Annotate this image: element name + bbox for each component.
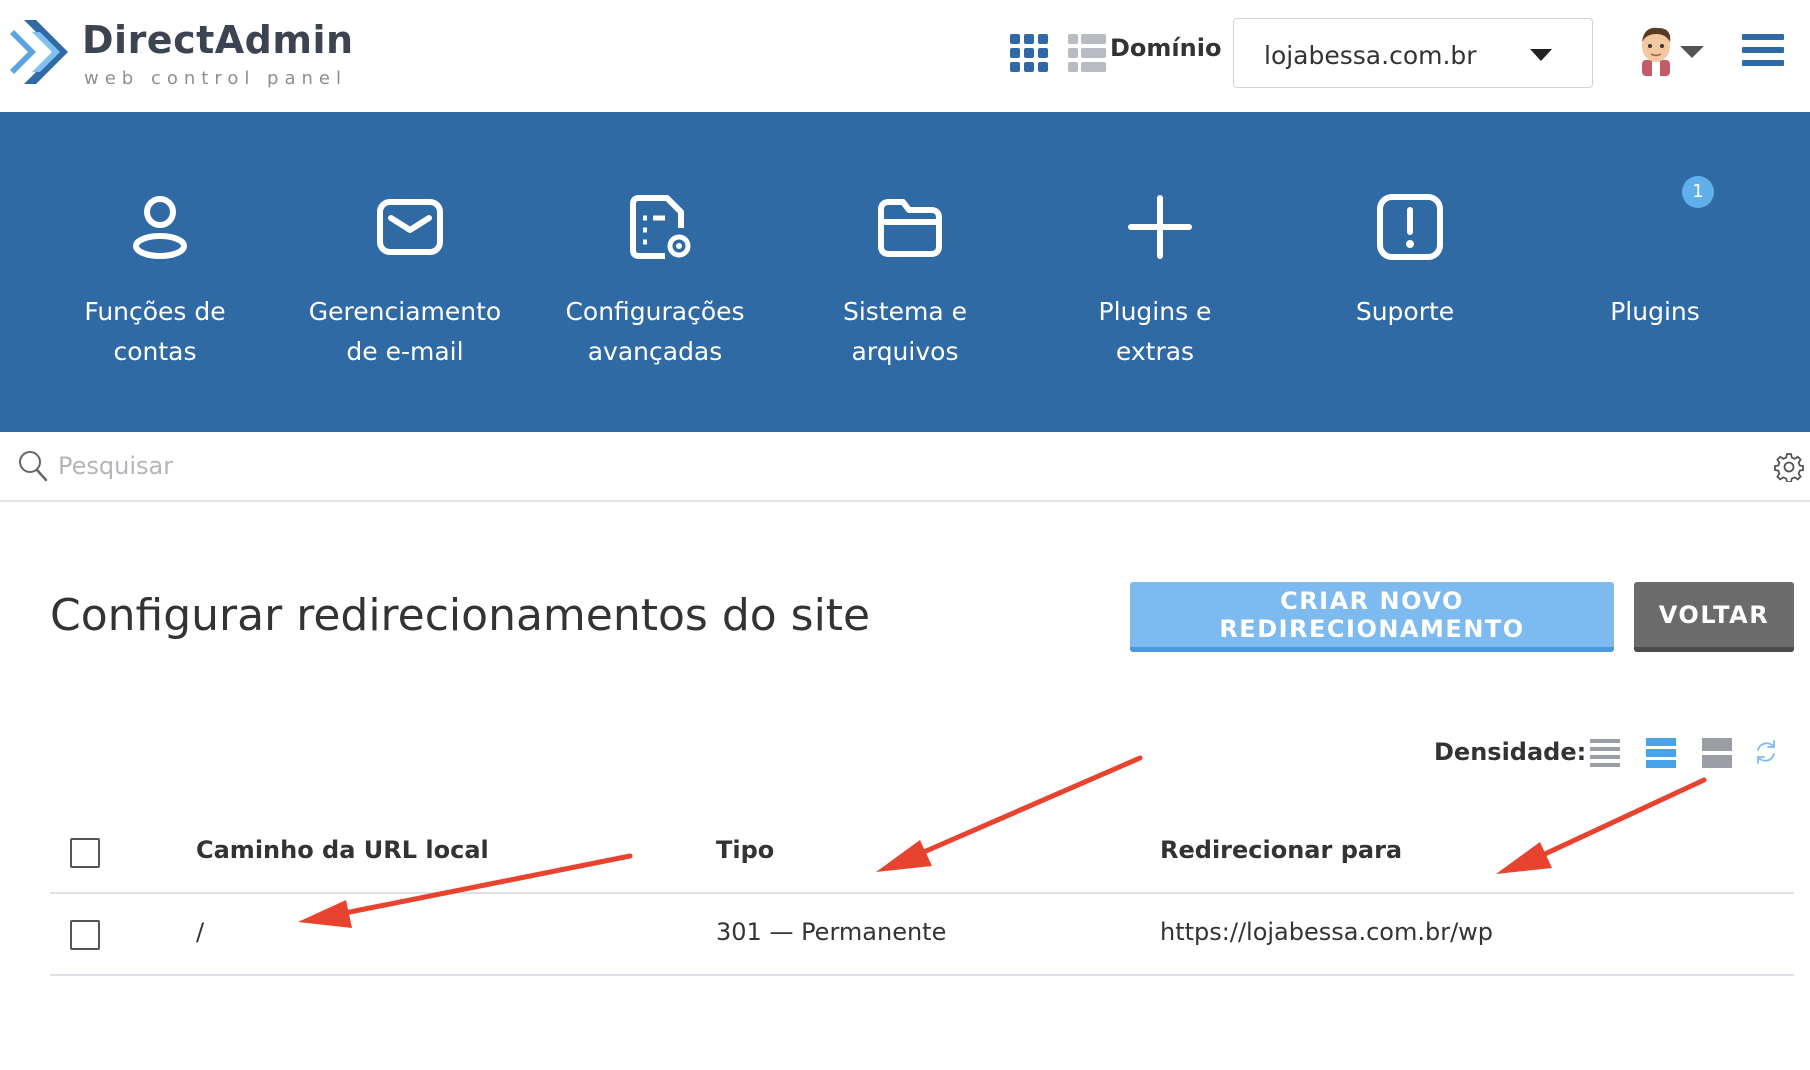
cell-local-path: /: [196, 918, 205, 946]
mail-icon: [377, 199, 443, 255]
nav-label: avançadas: [587, 337, 723, 366]
nav-label: Configurações: [565, 297, 745, 326]
nav-item-support[interactable]: Suporte: [1280, 112, 1530, 432]
nav-label: Sistema e: [842, 297, 968, 326]
chevron-down-icon: [1530, 49, 1552, 61]
nav-label: Plugins e: [1098, 297, 1212, 326]
select-all-checkbox[interactable]: [70, 838, 100, 868]
column-header-type[interactable]: Tipo: [716, 836, 774, 864]
cell-redirect-to: https://lojabessa.com.br/wp: [1160, 918, 1494, 946]
nav-label: arquivos: [851, 337, 959, 366]
logo-subtitle: web control panel: [84, 68, 347, 89]
nav-item-email-management[interactable]: Gerenciamento de e-mail: [280, 112, 530, 432]
nav-item-advanced-settings[interactable]: Configurações avançadas: [530, 112, 780, 432]
logo-title: DirectAdmin: [82, 18, 354, 62]
grid-view-icon[interactable]: [1010, 34, 1048, 72]
nav-label: Plugins: [1610, 297, 1700, 326]
avatar-menu-chevron-icon[interactable]: [1680, 46, 1704, 58]
refresh-icon[interactable]: [1754, 738, 1778, 766]
domain-select-value: lojabessa.com.br: [1264, 41, 1477, 70]
nav-item-plugins[interactable]: Plugins: [1530, 112, 1780, 432]
nav-label: Funções de: [84, 297, 226, 326]
density-comfortable-icon[interactable]: [1702, 738, 1732, 768]
user-avatar-icon[interactable]: [1636, 24, 1676, 76]
nav-label: extras: [1115, 337, 1195, 366]
document-gear-icon: [630, 195, 691, 259]
nav-label: contas: [113, 337, 197, 366]
alert-icon: [1377, 194, 1443, 260]
create-redirect-button[interactable]: CRIAR NOVO REDIRECIONAMENTO: [1130, 582, 1614, 652]
column-header-local-path[interactable]: Caminho da URL local: [196, 836, 489, 864]
nav-label: de e-mail: [346, 337, 464, 366]
nav-label: Suporte: [1355, 297, 1455, 326]
redirects-table: Caminho da URL local Tipo Redirecionar p…: [50, 800, 1794, 976]
nav-item-account-functions[interactable]: Funções de contas: [30, 112, 280, 432]
row-checkbox[interactable]: [70, 920, 100, 950]
page-title: Configurar redirecionamentos do site: [50, 590, 871, 641]
gear-icon[interactable]: [1774, 452, 1804, 482]
domain-select[interactable]: lojabessa.com.br: [1233, 18, 1593, 88]
user-icon: [133, 196, 187, 259]
list-view-icon[interactable]: [1068, 34, 1106, 72]
density-compact-icon[interactable]: [1590, 738, 1620, 768]
cell-type: 301 — Permanente: [716, 918, 947, 946]
back-button[interactable]: VOLTAR: [1634, 582, 1794, 652]
main-nav: Funções de contas Gerenciamento de e-mai…: [0, 112, 1810, 432]
plus-icon: [1128, 195, 1192, 259]
directadmin-logo[interactable]: DirectAdmin web control panel: [10, 16, 353, 96]
domain-label: Domínio: [1110, 34, 1222, 62]
folder-icon: [878, 199, 942, 257]
table-row[interactable]: / 301 — Permanente https://lojabessa.com…: [50, 894, 1794, 976]
logo-chevron-icon: [10, 20, 68, 84]
top-header: DirectAdmin web control panel Domínio lo…: [0, 0, 1810, 112]
table-header-row: Caminho da URL local Tipo Redirecionar p…: [50, 800, 1794, 894]
search-bar: [0, 432, 1810, 502]
nav-item-system-files[interactable]: Sistema e arquivos: [780, 112, 1030, 432]
nav-label: Gerenciamento: [308, 297, 502, 326]
density-label: Densidade:: [1434, 738, 1587, 766]
search-icon: [19, 451, 48, 482]
density-normal-icon[interactable]: [1646, 738, 1676, 768]
column-header-redirect-to[interactable]: Redirecionar para: [1160, 836, 1402, 864]
nav-item-plugins-extras[interactable]: Plugins e extras: [1030, 112, 1280, 432]
search-input[interactable]: [56, 446, 1656, 486]
hamburger-menu-icon[interactable]: [1742, 34, 1784, 70]
plugins-count-badge: 1: [1682, 176, 1714, 208]
